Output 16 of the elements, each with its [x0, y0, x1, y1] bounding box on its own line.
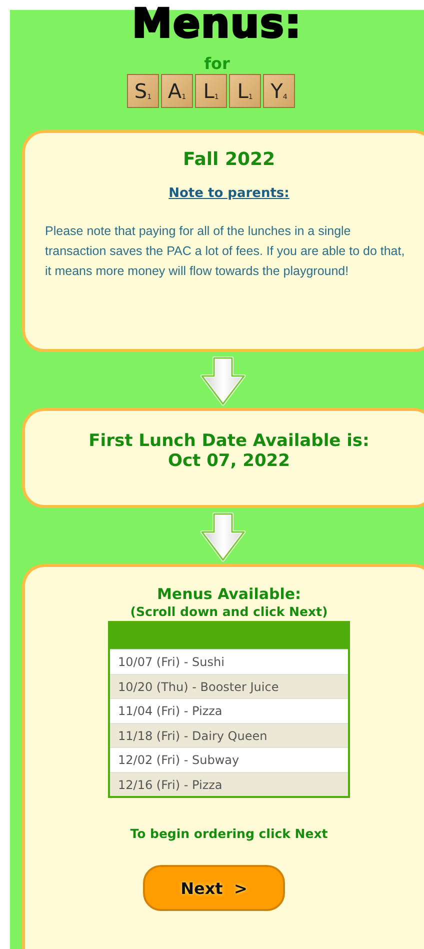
hint-text: (Scroll down and click Next): [129, 604, 329, 619]
note-heading: Note to parents:: [168, 186, 290, 201]
down-arrow-icon: [199, 512, 247, 562]
subtitle: for: [203, 54, 231, 74]
card-title: Fall 2022: [182, 149, 276, 170]
down-arrow-icon: [199, 356, 247, 406]
menu-item[interactable]: 10/20 (Thu) - Booster Juice: [110, 674, 348, 698]
instruction-text: To begin ordering click Next: [129, 826, 329, 841]
page-title: Menus:: [131, 10, 303, 40]
menu-item[interactable]: 11/18 (Fri) - Dairy Queen: [110, 722, 348, 747]
card-title: Menus Available:: [156, 585, 302, 603]
date-text: Oct 07, 2022: [167, 451, 291, 471]
next-button[interactable]: Next >: [143, 865, 285, 911]
date-text: First Lunch Date Available is:: [88, 431, 370, 451]
menu-item[interactable]: 12/16 (Fri) - Pizza: [110, 772, 348, 796]
note-text: Please note that paying for all of the lunches in a single transaction saves the PAC a lot of fees. If you are able to do that, it means more money will flow towards the playground!: [45, 223, 406, 280]
